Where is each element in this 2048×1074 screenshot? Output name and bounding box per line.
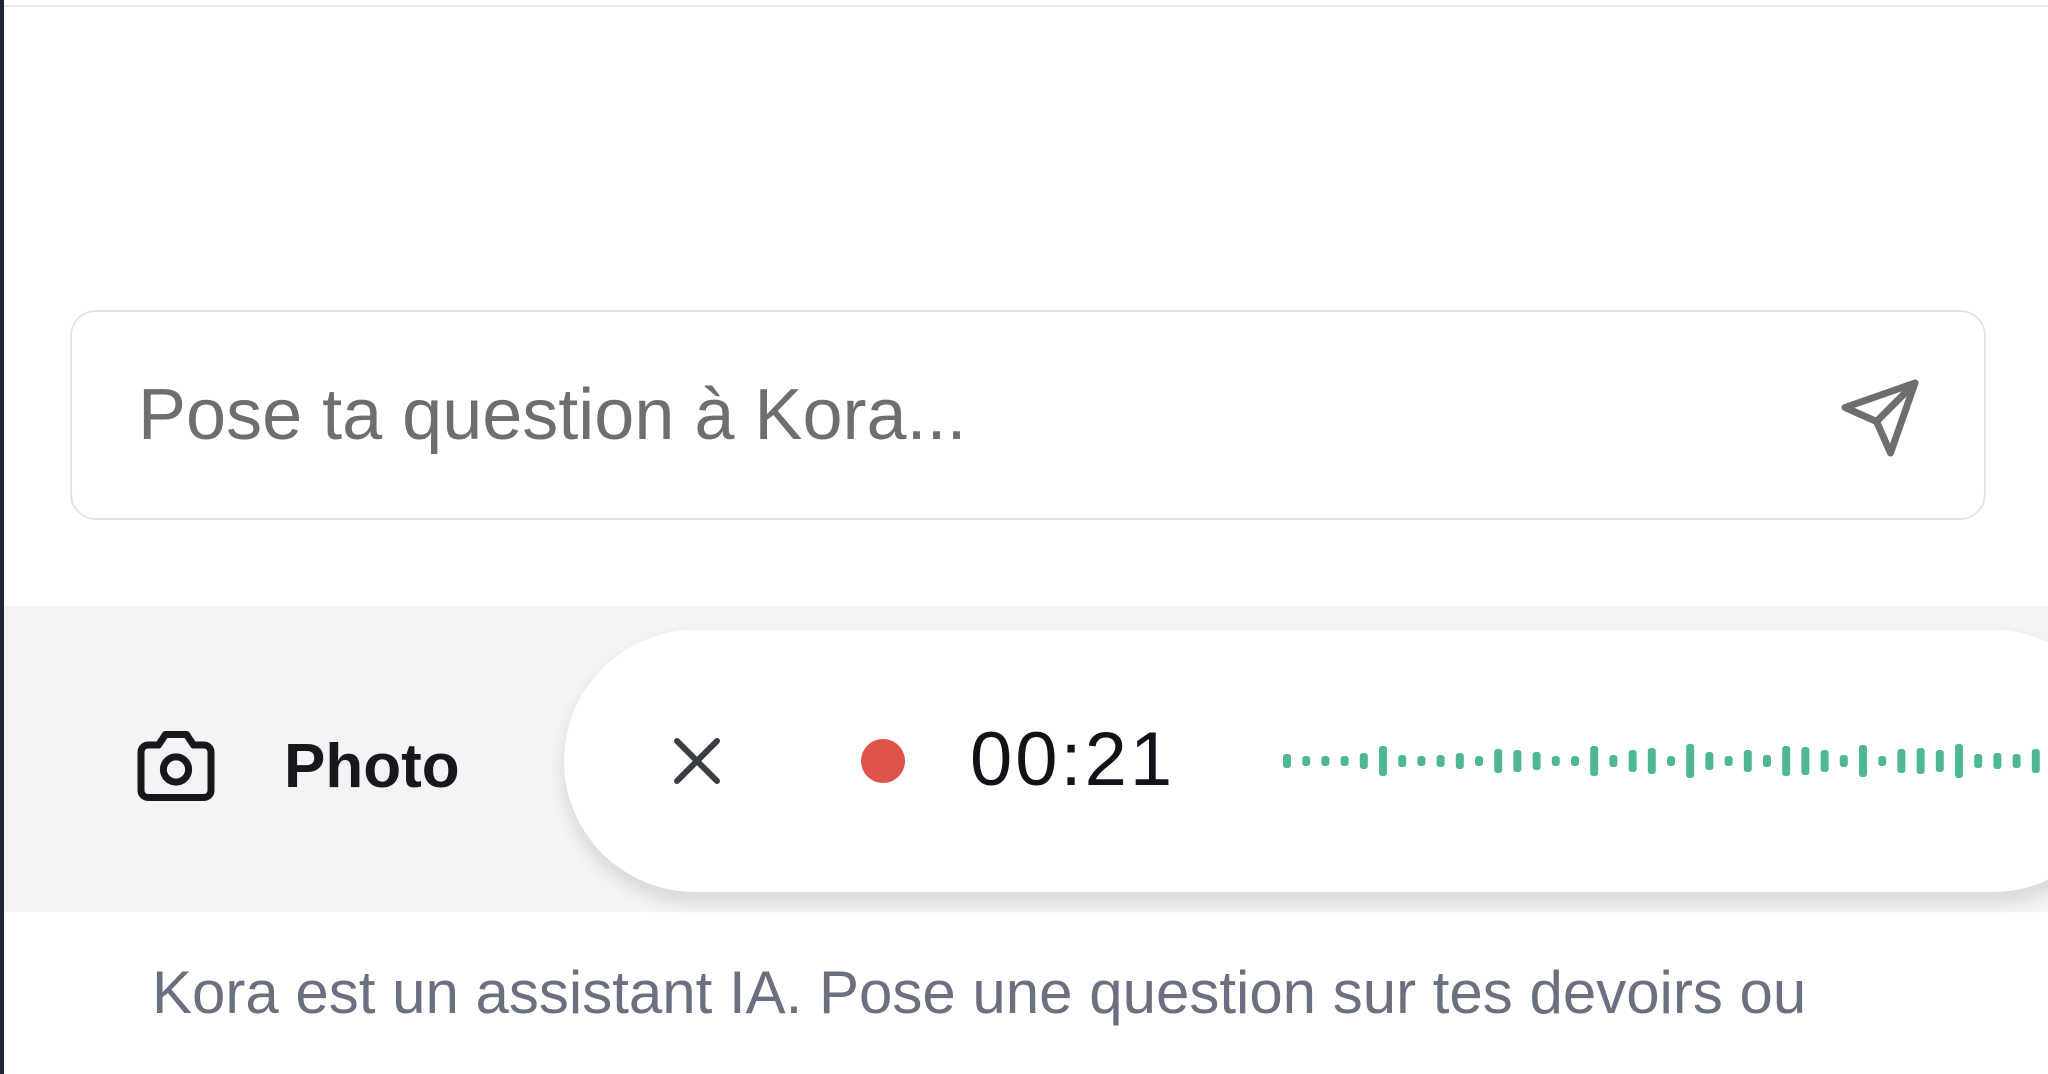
waveform-bar (1647, 748, 1656, 774)
window-edge (0, 0, 4, 1074)
chat-input-box[interactable] (70, 310, 1986, 520)
recording-indicator (861, 739, 905, 783)
waveform-bar (1705, 752, 1714, 770)
top-divider (4, 0, 2048, 7)
waveform-bar (1955, 744, 1963, 778)
camera-icon (134, 731, 218, 801)
recording-timer: 00:21 (970, 717, 1176, 802)
waveform-bar (1686, 744, 1695, 778)
waveform-bar (1782, 746, 1791, 776)
waveform-bar (1436, 755, 1445, 767)
waveform-bar (1859, 745, 1867, 777)
waveform-bar (1763, 755, 1771, 767)
photo-button[interactable]: Photo (134, 716, 460, 816)
waveform-bar (1283, 754, 1291, 768)
send-icon (1838, 376, 1922, 460)
waveform-bar (1475, 756, 1483, 766)
send-button[interactable] (1832, 370, 1928, 466)
waveform-bar (1897, 749, 1906, 773)
waveform-bar (1417, 756, 1426, 766)
waveform-bar (1321, 756, 1330, 766)
input-toolbar: Photo 00:21 (4, 606, 2048, 912)
waveform-bar (1935, 750, 1944, 772)
waveform-bar (1916, 748, 1925, 774)
waveform-bar (1302, 756, 1311, 766)
waveform-bar (2012, 754, 2021, 768)
audio-waveform (1283, 744, 2040, 778)
waveform-bar (1820, 750, 1829, 772)
waveform-bar (1628, 750, 1637, 772)
cancel-recording-button[interactable] (662, 726, 732, 796)
waveform-bar (1494, 749, 1503, 773)
waveform-bar (1571, 756, 1579, 766)
waveform-bar (1513, 750, 1522, 772)
close-icon (667, 731, 727, 791)
waveform-bar (2031, 749, 2040, 773)
waveform-bar (1455, 753, 1464, 769)
waveform-bar (1590, 746, 1599, 776)
waveform-bar (1878, 756, 1887, 766)
ai-disclaimer: Kora est un assistant IA. Pose une quest… (152, 959, 1807, 1026)
photo-label: Photo (284, 731, 460, 801)
waveform-bar (1801, 747, 1810, 775)
waveform-bar (1532, 752, 1541, 770)
waveform-bar (1551, 756, 1560, 766)
waveform-bar (1359, 753, 1368, 769)
question-input[interactable] (138, 365, 1738, 465)
waveform-bar (1839, 755, 1848, 767)
waveform-bar (1398, 755, 1407, 767)
chat-screen: Photo 00:21 Kora est un assistant IA. Po… (0, 0, 2048, 1074)
waveform-bar (1743, 750, 1752, 772)
waveform-bar (1974, 754, 1983, 768)
waveform-bar (1379, 746, 1387, 776)
waveform-bar (1609, 755, 1618, 767)
waveform-bar (1667, 756, 1675, 766)
voice-recording-bar: 00:21 (564, 630, 2048, 892)
waveform-bar (1724, 756, 1733, 766)
waveform-bar (1340, 756, 1349, 766)
waveform-bar (1993, 753, 2002, 769)
